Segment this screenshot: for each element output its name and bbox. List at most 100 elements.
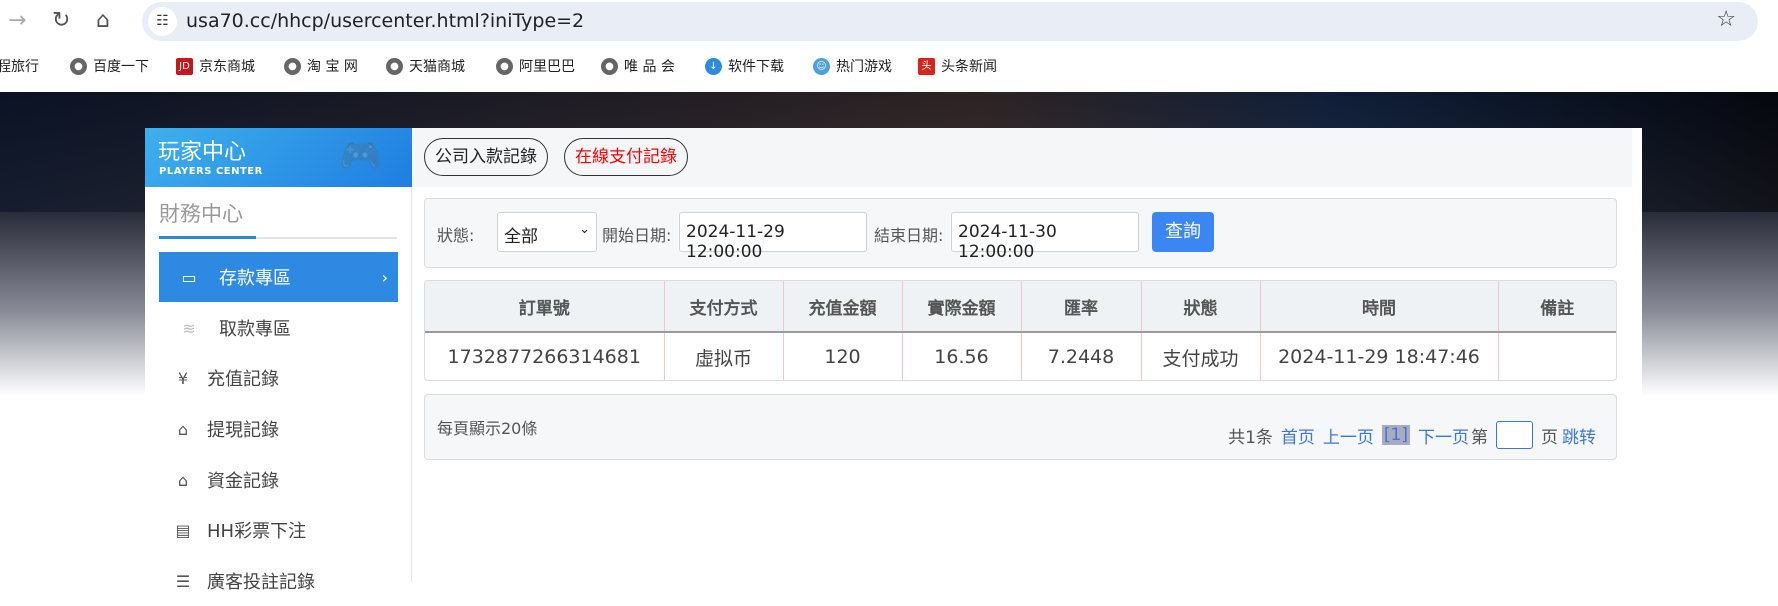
end-date-input[interactable]: 2024-11-30 12:00:00 bbox=[951, 212, 1139, 262]
sidebar-item-fund-records[interactable]: ⌂ 資金記錄 bbox=[159, 455, 398, 505]
total-count: 共1条 bbox=[1228, 427, 1273, 448]
cell-recharge-amount: 120 bbox=[783, 332, 903, 380]
tab-company-deposit-records[interactable]: 公司入款記錄 bbox=[424, 138, 548, 176]
moneybag-icon: ¥ bbox=[177, 368, 189, 388]
sidebar-item-recharge-records[interactable]: ¥ 充值記錄 bbox=[159, 353, 398, 403]
sidebar-item-lottery-bets[interactable]: ▤ HH彩票下注 bbox=[159, 505, 398, 555]
sidebar-subtitle: PLAYERS CENTER bbox=[159, 166, 263, 177]
cell-remark bbox=[1498, 332, 1616, 380]
first-page-link[interactable]: 首页 bbox=[1281, 423, 1315, 448]
section-title: 財務中心 bbox=[159, 202, 243, 226]
end-date-label: 結束日期: bbox=[874, 226, 944, 245]
bookmark[interactable]: ● 天猫商城 bbox=[386, 56, 465, 76]
bookmark[interactable]: 程旅行 bbox=[0, 56, 39, 76]
bookmark-label: 软件下载 bbox=[728, 59, 784, 75]
sidebar-item-deposit[interactable]: ▭ 存款專區 › bbox=[159, 252, 398, 302]
forward-icon[interactable]: → bbox=[8, 8, 26, 33]
bookmark-label: 京东商城 bbox=[199, 59, 255, 75]
tab-bar: 公司入款記錄 在線支付記錄 bbox=[412, 128, 1632, 187]
bookmark-star-icon[interactable]: ☆ bbox=[1716, 7, 1736, 32]
card-icon: ▭ bbox=[181, 267, 197, 287]
bookmark-label: 唯 品 会 bbox=[624, 59, 675, 75]
globe-icon: ● bbox=[284, 57, 301, 75]
toutiao-icon: 头 bbox=[918, 57, 935, 75]
filter-bar: 狀態: 全部 ⌄ 開始日期: 2024-11-29 12:00:00 結束日期: … bbox=[424, 198, 1617, 268]
header-recharge-amount: 充值金額 bbox=[783, 281, 903, 333]
header-payment-method: 支付方式 bbox=[664, 281, 784, 333]
pagination: 共1条 首页 上一页 [1] 下一页 第 页 跳转 bbox=[1228, 421, 1596, 449]
cell-actual-amount: 16.56 bbox=[902, 332, 1022, 380]
sidebar: 玩家中心 PLAYERS CENTER 🎮 財務中心 ▭ 存款專區 › ≋ 取款專區 … bbox=[145, 128, 412, 593]
start-date-label: 開始日期: bbox=[602, 226, 672, 245]
globe-icon: ● bbox=[70, 57, 87, 75]
bookmark[interactable]: ☺ 热门游戏 bbox=[813, 56, 892, 76]
header-rate: 匯率 bbox=[1021, 281, 1142, 333]
pagination-bar: 每頁顯示20條 共1条 首页 上一页 [1] 下一页 第 页 跳转 bbox=[424, 394, 1617, 460]
gamepad-icon: 🎮 bbox=[339, 136, 382, 176]
list-icon: ▤ bbox=[175, 520, 191, 540]
page-prefix: 第 bbox=[1471, 427, 1488, 448]
globe-icon: ● bbox=[386, 57, 403, 75]
sidebar-item-label: HH彩票下注 bbox=[207, 521, 307, 542]
sidebar-item-label: 資金記錄 bbox=[207, 471, 279, 492]
section-underline bbox=[159, 236, 397, 239]
status-select[interactable]: 全部 ⌄ bbox=[497, 212, 597, 252]
start-date-input[interactable]: 2024-11-29 12:00:00 bbox=[679, 212, 867, 262]
sidebar-item-withdraw-records[interactable]: ⌂ 提現記錄 bbox=[159, 404, 398, 454]
sidebar-title: 玩家中心 bbox=[158, 140, 247, 165]
sidebar-item-bet-records[interactable]: ☰ 廣客投註記錄 bbox=[159, 556, 398, 606]
game-icon: ☺ bbox=[813, 57, 830, 75]
jump-link[interactable]: 跳转 bbox=[1562, 423, 1596, 448]
address-bar[interactable]: ☷ usa70.cc/hhcp/usercenter.html?iniType=… bbox=[142, 2, 1758, 41]
bookmark[interactable]: ● 阿里巴巴 bbox=[496, 56, 575, 76]
current-page[interactable]: [1] bbox=[1381, 425, 1410, 445]
table-row: 1732877266314681 虛拟币 120 16.56 7.2448 支付… bbox=[425, 332, 1616, 380]
jd-icon: JD bbox=[176, 57, 193, 75]
bookmark-label: 淘 宝 网 bbox=[307, 59, 358, 75]
bookmark[interactable]: ● 百度一下 bbox=[70, 56, 149, 76]
tab-online-payment-records[interactable]: 在線支付記錄 bbox=[564, 138, 688, 176]
sidebar-item-label: 廣客投註記錄 bbox=[207, 572, 315, 593]
sidebar-item-label: 充值記錄 bbox=[207, 369, 279, 390]
page-number-input[interactable] bbox=[1496, 421, 1533, 449]
user-center-panel: 玩家中心 PLAYERS CENTER 🎮 財務中心 ▭ 存款專區 › ≋ 取款專區 … bbox=[145, 128, 1642, 593]
cell-rate: 7.2448 bbox=[1021, 332, 1142, 380]
query-button[interactable]: 查詢 bbox=[1152, 212, 1214, 252]
bookmark[interactable]: ● 唯 品 会 bbox=[601, 56, 675, 76]
header-remark: 備註 bbox=[1498, 281, 1616, 333]
bookmark[interactable]: 头头条新闻 bbox=[918, 56, 997, 76]
sidebar-item-label: 取款專區 bbox=[219, 319, 291, 340]
header-status: 狀態 bbox=[1141, 281, 1261, 333]
bookmark-label: 阿里巴巴 bbox=[519, 59, 575, 75]
status-label: 狀態: bbox=[437, 226, 475, 245]
bookmark[interactable]: ↓ 软件下载 bbox=[705, 56, 784, 76]
download-icon: ↓ bbox=[705, 57, 722, 75]
header-order-no: 訂單號 bbox=[425, 281, 665, 333]
bookmark-label: 头条新闻 bbox=[941, 59, 997, 75]
next-page-link[interactable]: 下一页 bbox=[1418, 423, 1469, 448]
header-time: 時間 bbox=[1260, 281, 1499, 333]
prev-page-link[interactable]: 上一页 bbox=[1323, 423, 1374, 448]
main-content: 公司入款記錄 在線支付記錄 狀態: 全部 ⌄ 開始日期: 2024-11-29 1… bbox=[412, 128, 1642, 582]
site-settings-icon[interactable]: ☷ bbox=[148, 7, 177, 36]
chevron-right-icon: › bbox=[381, 267, 388, 287]
bookmark-label: 热门游戏 bbox=[836, 59, 892, 75]
sidebar-item-label: 提現記錄 bbox=[207, 420, 279, 441]
cash-icon: ≋ bbox=[182, 318, 196, 338]
per-page-text: 每頁顯示20條 bbox=[437, 419, 538, 438]
globe-icon: ● bbox=[496, 57, 513, 75]
cell-status: 支付成功 bbox=[1141, 332, 1261, 380]
page-suffix: 页 bbox=[1541, 427, 1558, 448]
bookmark[interactable]: JD 京东商城 bbox=[176, 56, 255, 76]
bookmark-label: 天猫商城 bbox=[409, 59, 465, 75]
bookmark[interactable]: ● 淘 宝 网 bbox=[284, 56, 358, 76]
url-text[interactable]: usa70.cc/hhcp/usercenter.html?iniType=2 bbox=[186, 10, 584, 32]
sidebar-item-withdraw[interactable]: ≋ 取款專區 bbox=[159, 303, 398, 353]
chevron-down-icon: ⌄ bbox=[579, 222, 590, 237]
records-table: 訂單號 支付方式 充值金額 實際金額 匯率 狀態 時間 備註 173287726… bbox=[424, 280, 1617, 381]
cell-time: 2024-11-29 18:47:46 bbox=[1260, 332, 1499, 380]
reload-icon[interactable]: ↻ bbox=[52, 8, 70, 33]
sidebar-header: 玩家中心 PLAYERS CENTER 🎮 bbox=[145, 128, 412, 187]
header-actual-amount: 實際金額 bbox=[902, 281, 1022, 333]
home-icon[interactable]: ⌂ bbox=[96, 8, 110, 33]
